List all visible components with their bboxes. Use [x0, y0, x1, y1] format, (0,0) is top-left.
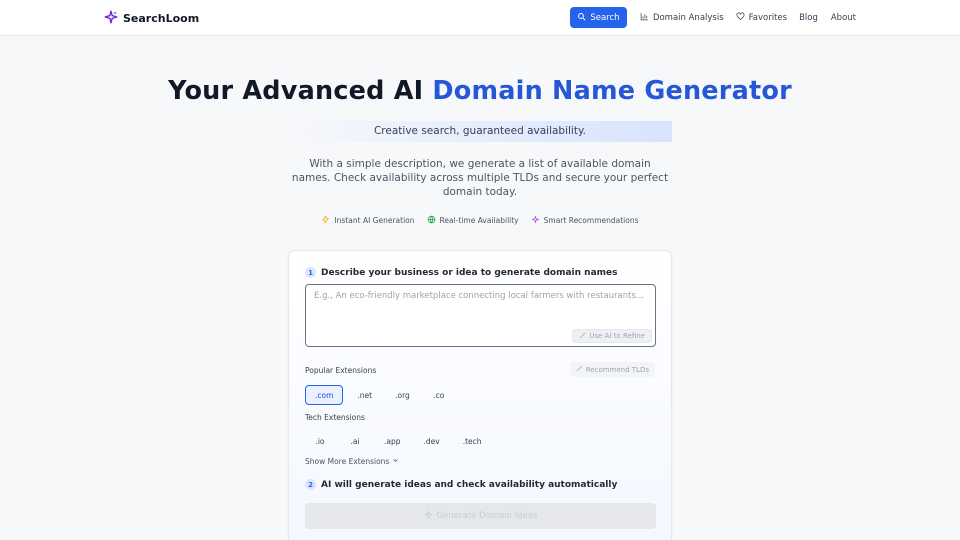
use-ai-refine-label: Use AI to Refine	[589, 332, 645, 340]
main-nav: Search Domain Analysis Favorites Blog Ab…	[569, 7, 856, 28]
bar-chart-icon	[640, 12, 649, 24]
generator-form-card: 1 Describe your business or idea to gene…	[288, 250, 672, 540]
step-2-heading: 2 AI will generate ideas and check avail…	[305, 479, 617, 490]
feature-list: Instant AI Generation Real-time Availabi…	[0, 215, 960, 226]
brand-name: SearchLoom	[123, 11, 200, 25]
popular-extensions-list: .com .net .org .co	[305, 385, 454, 405]
search-button-label: Search	[590, 12, 620, 23]
nav-domain-analysis[interactable]: Domain Analysis	[640, 12, 724, 24]
extension-option-com[interactable]: .com	[305, 385, 344, 405]
sparkle-logo-icon	[104, 9, 118, 28]
top-navbar: SearchLoom Search Domain Analysis Favori…	[0, 0, 960, 36]
sparkle-icon	[531, 215, 540, 226]
extension-option-ai[interactable]: .ai	[340, 431, 370, 451]
step-1-heading: 1 Describe your business or idea to gene…	[305, 267, 618, 278]
globe-icon	[427, 215, 436, 226]
extension-option-io[interactable]: .io	[305, 431, 335, 451]
nav-domain-analysis-label: Domain Analysis	[652, 12, 724, 23]
tech-extensions-list: .io .ai .app .dev .tech	[305, 431, 491, 451]
extension-option-co[interactable]: .co	[424, 385, 454, 405]
hero-description: With a simple description, we generate a…	[291, 158, 669, 199]
search-button[interactable]: Search	[569, 7, 627, 28]
nav-about[interactable]: About	[831, 13, 856, 23]
lightning-icon	[321, 215, 330, 226]
feature-label: Smart Recommendations	[543, 216, 639, 225]
feature-item: Smart Recommendations	[531, 215, 639, 226]
popular-extensions-label: Popular Extensions	[305, 366, 377, 375]
hero-title-accent: Domain Name Generator	[432, 76, 792, 106]
feature-item: Instant AI Generation	[321, 215, 415, 226]
show-more-label: Show More Extensions	[305, 457, 390, 466]
tech-extensions-label: Tech Extensions	[305, 413, 365, 422]
feature-label: Real-time Availability	[439, 216, 519, 225]
nav-blog[interactable]: Blog	[799, 13, 818, 23]
extension-option-dev[interactable]: .dev	[415, 431, 449, 451]
nav-favorites[interactable]: Favorites	[736, 11, 788, 24]
extension-option-org[interactable]: .org	[386, 385, 419, 405]
tagline: Creative search, guaranteed availability…	[288, 121, 672, 142]
feature-item: Real-time Availability	[427, 215, 519, 226]
generate-button-label: Generate Domain Ideas	[436, 511, 538, 521]
extension-option-tech[interactable]: .tech	[454, 431, 491, 451]
hero-title-plain: Your Advanced AI	[168, 76, 424, 106]
magic-wand-icon	[576, 365, 583, 374]
generate-domain-ideas-button[interactable]: Generate Domain Ideas	[305, 503, 656, 529]
step-1-label: Describe your business or idea to genera…	[321, 267, 618, 278]
hero-title: Your Advanced AI Domain Name Generator	[0, 76, 960, 106]
nav-favorites-label: Favorites	[748, 12, 788, 23]
extension-option-app[interactable]: .app	[375, 431, 410, 451]
feature-label: Instant AI Generation	[334, 216, 415, 225]
step-number-badge: 1	[305, 267, 316, 278]
nav-blog-label: Blog	[799, 12, 818, 23]
search-icon	[577, 12, 586, 24]
input-placeholder: E.g., An eco-friendly marketplace connec…	[314, 291, 645, 301]
show-more-extensions-button[interactable]: Show More Extensions	[305, 457, 399, 466]
step-2-label: AI will generate ideas and check availab…	[321, 479, 618, 490]
nav-about-label: About	[830, 12, 856, 23]
brand-logo[interactable]: SearchLoom	[104, 9, 200, 28]
chevron-down-icon	[392, 457, 399, 466]
magic-wand-icon	[579, 332, 586, 341]
heart-icon	[736, 11, 745, 24]
extension-option-net[interactable]: .net	[348, 385, 381, 405]
sparkle-icon	[424, 510, 433, 522]
use-ai-refine-button[interactable]: Use AI to Refine	[572, 329, 652, 343]
business-description-input[interactable]: E.g., An eco-friendly marketplace connec…	[305, 284, 656, 347]
recommend-tlds-label: Recommend TLDs	[585, 365, 649, 374]
recommend-tlds-button[interactable]: Recommend TLDs	[569, 362, 655, 377]
step-number-badge: 2	[305, 479, 316, 490]
